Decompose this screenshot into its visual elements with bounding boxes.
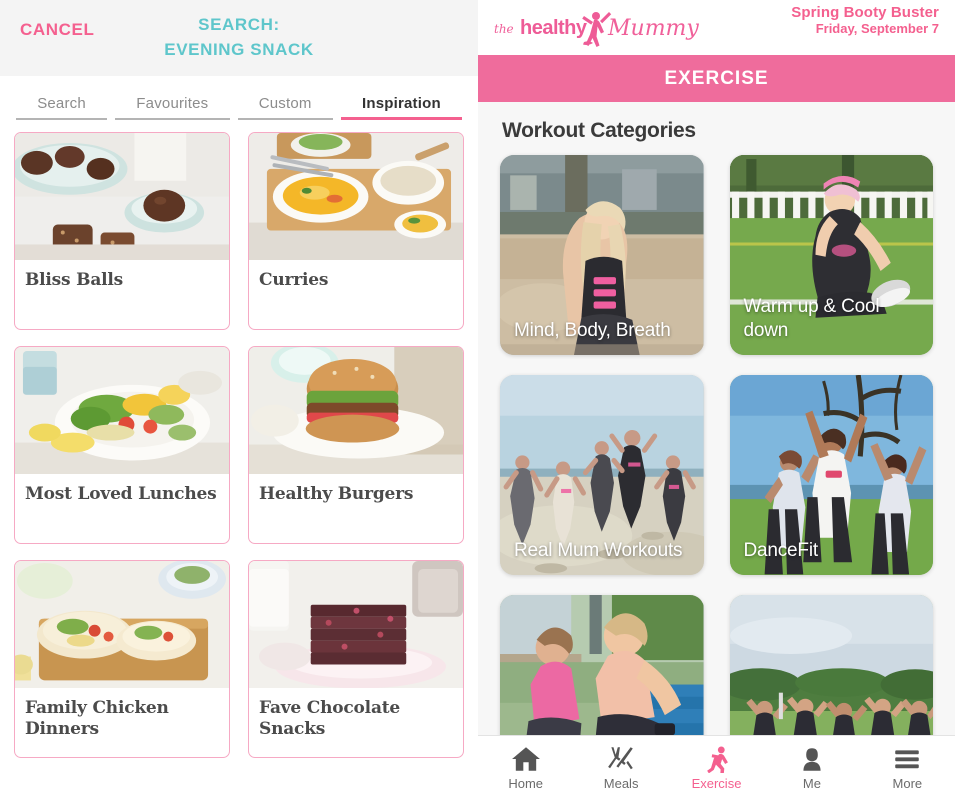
workout-categories-title: Workout Categories xyxy=(502,119,696,142)
tab-inspiration[interactable]: Inspiration xyxy=(337,95,466,120)
workout-card-warm-up-cool-down[interactable]: Warm up & Cool down xyxy=(729,155,933,355)
nav-label-more: More xyxy=(892,776,923,791)
brand-topbar: the healthy Mummy Spring Booty Buster Fr… xyxy=(478,0,955,55)
workout-card-label: DanceFit xyxy=(743,540,819,561)
workout-card-label: Mind, Body, Breath xyxy=(514,320,671,341)
exercise-content: Workout Categories Mind, Body, Breath Wa… xyxy=(478,102,955,800)
recipe-card-label: Curries xyxy=(259,270,329,290)
home-icon xyxy=(511,747,540,771)
nav-item-home[interactable]: Home xyxy=(478,736,573,800)
workout-card-label: Warm up & Cool down xyxy=(743,296,880,341)
nav-item-exercise[interactable]: Exercise xyxy=(669,736,764,800)
recipe-card-label: Family Chicken Dinners xyxy=(25,698,169,739)
search-title-line1: SEARCH: xyxy=(198,15,280,34)
curries-photo xyxy=(249,133,463,261)
chicken-wraps-photo xyxy=(15,561,229,689)
burger-photo xyxy=(249,347,463,475)
chocolate-slice-photo xyxy=(249,561,463,689)
app-screenshot: CANCEL SEARCH: EVENING SNACK Search Favo… xyxy=(0,0,955,800)
bottom-navigation: Home Meals Exercise Me More xyxy=(478,735,955,800)
recipe-card-label: Healthy Burgers xyxy=(259,484,414,504)
nav-label-me: Me xyxy=(802,776,821,791)
search-header: CANCEL SEARCH: EVENING SNACK xyxy=(0,0,478,76)
salad-photo xyxy=(15,347,229,475)
exercise-banner: EXERCISE xyxy=(478,55,955,102)
hamburger-icon xyxy=(895,750,920,769)
recipe-card-label: Bliss Balls xyxy=(25,270,124,290)
recipe-card-curries[interactable]: Curries xyxy=(248,132,464,330)
recipe-card-label: Fave Chocolate Snacks xyxy=(259,698,401,739)
nav-item-more[interactable]: More xyxy=(860,736,955,800)
recipe-card-family-chicken-dinners[interactable]: Family Chicken Dinners xyxy=(14,560,230,758)
workout-card-mind-body-breath[interactable]: Mind, Body, Breath xyxy=(500,155,704,355)
person-icon xyxy=(803,748,821,771)
exercise-banner-title: EXERCISE xyxy=(664,67,769,89)
healthy-mummy-logo: the healthy Mummy xyxy=(492,8,699,50)
workout-card-label: Real Mum Workouts xyxy=(514,540,683,561)
nav-label-exercise: Exercise xyxy=(691,776,742,791)
recipe-card-most-loved-lunches[interactable]: Most Loved Lunches xyxy=(14,346,230,544)
search-title-line2: EVENING SNACK xyxy=(164,40,314,59)
campaign-info: Spring Booty Buster Friday, September 7 xyxy=(791,5,939,37)
meal-search-panel: CANCEL SEARCH: EVENING SNACK Search Favo… xyxy=(0,0,478,800)
nav-item-me[interactable]: Me xyxy=(764,736,859,800)
logo-word-the: the xyxy=(494,22,514,36)
search-title: SEARCH: EVENING SNACK xyxy=(0,12,478,62)
nav-label-home: Home xyxy=(508,776,544,791)
jumping-woman-icon xyxy=(582,12,612,47)
campaign-title: Spring Booty Buster xyxy=(791,4,939,21)
workout-card-real-mum-workouts[interactable]: Real Mum Workouts xyxy=(500,375,704,575)
recipe-card-fave-chocolate-snacks[interactable]: Fave Chocolate Snacks xyxy=(248,560,464,758)
nav-item-meals[interactable]: Meals xyxy=(573,736,668,800)
logo-word-mummy: Mummy xyxy=(608,16,699,41)
tab-search[interactable]: Search xyxy=(12,95,111,120)
workout-card-dancefit[interactable]: DanceFit xyxy=(729,375,933,575)
recipe-card-label: Most Loved Lunches xyxy=(25,484,217,504)
logo-word-healthy: healthy xyxy=(520,17,587,39)
runner-icon xyxy=(706,746,728,773)
cutlery-icon xyxy=(608,747,633,770)
meal-tabs: Search Favourites Custom Inspiration xyxy=(0,76,478,120)
workout-category-grid: Mind, Body, Breath Warm up & Cool down R… xyxy=(478,155,955,795)
recipe-category-grid: Bliss Balls Curries Most Loved Lunches H… xyxy=(0,120,478,758)
bliss-balls-photo xyxy=(15,133,229,261)
tab-favourites[interactable]: Favourites xyxy=(111,95,233,120)
campaign-date: Friday, September 7 xyxy=(815,21,939,36)
nav-label-meals: Meals xyxy=(603,776,639,791)
exercise-panel: the healthy Mummy Spring Booty Buster Fr… xyxy=(478,0,955,800)
tab-custom[interactable]: Custom xyxy=(234,95,337,120)
recipe-card-healthy-burgers[interactable]: Healthy Burgers xyxy=(248,346,464,544)
recipe-card-bliss-balls[interactable]: Bliss Balls xyxy=(14,132,230,330)
